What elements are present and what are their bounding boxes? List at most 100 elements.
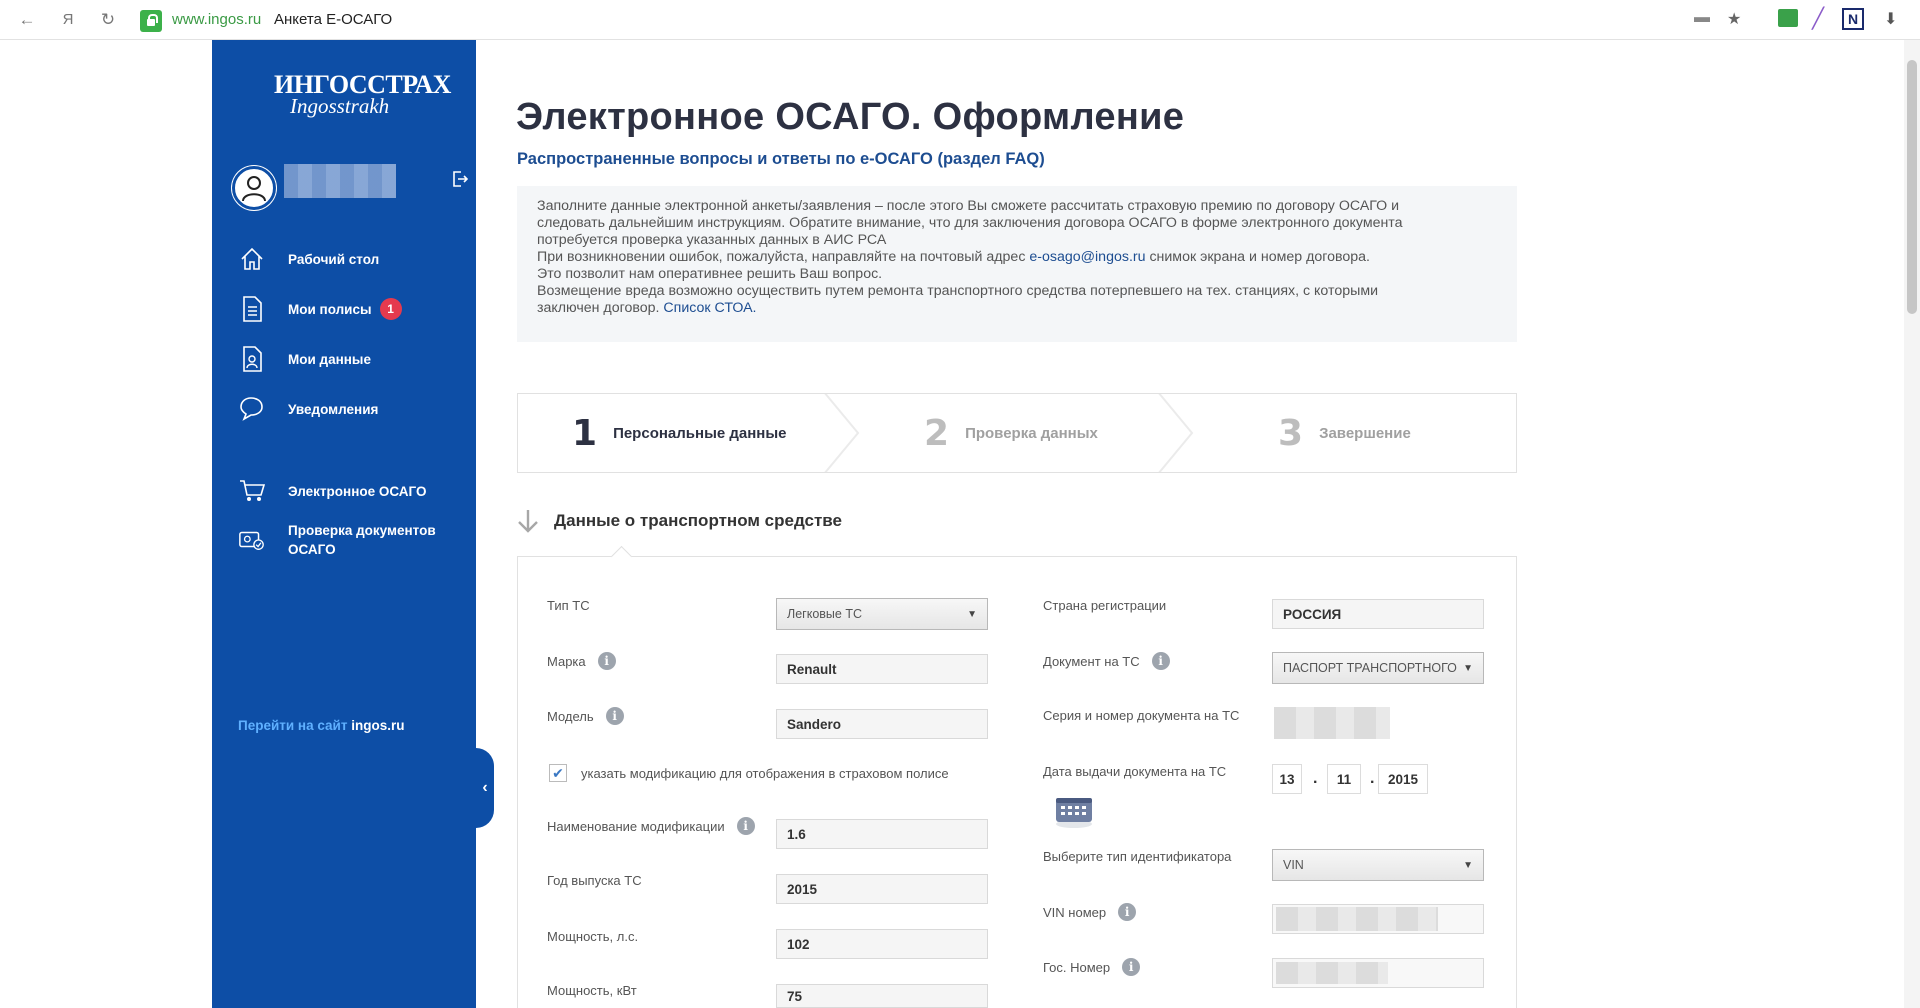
- sidebar-item-label: Мои данные: [288, 351, 371, 367]
- info-line: заключен договор. Список СТОА.: [537, 300, 1497, 317]
- chevron-left-icon: ‹: [482, 779, 488, 796]
- modification-name-input[interactable]: 1.6: [776, 819, 988, 849]
- date-day-input[interactable]: 13: [1272, 764, 1302, 794]
- document-icon: [238, 295, 266, 323]
- label-text: Гос. Номер: [1043, 959, 1111, 975]
- url-page-title[interactable]: Анкета Е-ОСАГО: [274, 11, 392, 28]
- label-modification-checkbox[interactable]: указать модификацию для отображения в ст…: [581, 766, 949, 781]
- page-title: Электронное ОСАГО. Оформление: [516, 96, 1185, 138]
- date-month-input[interactable]: 11: [1327, 764, 1361, 794]
- id-type-select[interactable]: VIN ▼: [1272, 849, 1484, 881]
- extension-icon[interactable]: [1778, 9, 1798, 27]
- logo-script: Ingosstrakh: [290, 94, 390, 118]
- section-vehicle-data[interactable]: Данные о транспортном средстве: [516, 508, 842, 534]
- sidebar-item-dashboard[interactable]: Рабочий стол: [238, 243, 379, 275]
- sidebar-item-e-osago[interactable]: Электронное ОСАГО: [238, 475, 427, 507]
- sidebar-item-my-policies[interactable]: Мои полисы 1: [238, 293, 402, 325]
- date-separator: .: [1370, 770, 1375, 787]
- logout-icon[interactable]: [452, 170, 469, 193]
- download-icon[interactable]: ⬇: [1884, 9, 1897, 29]
- sidebar-item-label: Уведомления: [288, 401, 379, 417]
- info-icon[interactable]: i: [736, 817, 755, 835]
- label-vehicle-type: Тип ТС: [547, 598, 590, 613]
- modification-checkbox[interactable]: ✔: [549, 764, 567, 782]
- collapse-sidebar-button[interactable]: ‹: [476, 748, 494, 828]
- label-id-type: Выберите тип идентификатора: [1043, 849, 1232, 864]
- step-number: 3: [1278, 412, 1304, 454]
- avatar[interactable]: [232, 166, 276, 210]
- message-icon[interactable]: ▬: [1694, 9, 1710, 27]
- url-domain[interactable]: www.ingos.ru: [172, 11, 261, 28]
- vehicle-type-select[interactable]: Легковые ТС ▼: [776, 598, 988, 630]
- step-label: Завершение: [1319, 424, 1411, 442]
- select-value: Легковые ТС: [787, 607, 862, 621]
- label-power-hp: Мощность, л.с.: [547, 929, 639, 944]
- label-brand: Марка i: [547, 652, 616, 670]
- faq-link[interactable]: Распространенные вопросы и ответы по е-О…: [517, 150, 1045, 169]
- page-scrollbar[interactable]: [1904, 40, 1920, 1008]
- brand-input[interactable]: Renault: [776, 654, 988, 684]
- info-line: следовать дальнейшим инструкциям. Обрати…: [537, 215, 1403, 231]
- plate-value-blurred: [1276, 962, 1388, 984]
- star-icon[interactable]: ★: [1727, 9, 1741, 29]
- arrow-down-icon: [518, 510, 538, 533]
- caret-down-icon: ▼: [967, 608, 977, 620]
- info-line: Это позволит нам оперативнее решить Ваш …: [537, 266, 883, 282]
- yandex-button[interactable]: Я: [56, 8, 80, 32]
- step-personal-data[interactable]: 1 Персональные данные: [572, 394, 787, 472]
- date-year-input[interactable]: 2015: [1378, 764, 1428, 794]
- n-extension-icon[interactable]: N: [1842, 8, 1864, 30]
- back-arrow-icon[interactable]: ←: [15, 8, 39, 32]
- model-input[interactable]: Sandero: [776, 709, 988, 739]
- step-number: 1: [572, 412, 598, 454]
- label-text: VIN номер: [1043, 904, 1107, 920]
- year-input[interactable]: 2015: [776, 874, 988, 904]
- select-value: VIN: [1283, 858, 1304, 872]
- doc-type-select[interactable]: ПАСПОРТ ТРАНСПОРТНОГО ▼: [1272, 652, 1484, 684]
- label-year: Год выпуска ТС: [547, 873, 642, 888]
- label-line-2: ОСАГО: [288, 542, 336, 557]
- sidebar-item-my-data[interactable]: Мои данные: [238, 343, 371, 375]
- sidebar-item-check-documents[interactable]: Проверка документов ОСАГО: [238, 518, 436, 562]
- info-line: потребуется проверка указанных данных в …: [537, 232, 887, 248]
- doc-number-input-blurred[interactable]: [1274, 707, 1390, 739]
- info-icon[interactable]: i: [1151, 652, 1170, 670]
- go-to-site-link[interactable]: Перейти на сайт ingos.ru: [238, 718, 404, 733]
- info-line: Возмещение вреда возможно осуществить пу…: [537, 283, 1378, 299]
- info-line: При возникновении ошибок, пожалуйста, на…: [537, 249, 1497, 266]
- label-country: Страна регистрации: [1043, 598, 1167, 613]
- info-icon[interactable]: i: [1118, 903, 1137, 921]
- sidebar-item-notifications[interactable]: Уведомления: [238, 393, 378, 425]
- step-label: Персональные данные: [613, 424, 787, 442]
- power-hp-input[interactable]: 102: [776, 929, 988, 959]
- pen-extension-icon[interactable]: ╱: [1812, 6, 1824, 31]
- country-input[interactable]: РОССИЯ: [1272, 599, 1484, 629]
- caret-down-icon: ▼: [1463, 662, 1473, 674]
- info-icon[interactable]: i: [605, 707, 624, 725]
- label-modification-name: Наименование модификации i: [547, 817, 755, 835]
- info-icon[interactable]: i: [1122, 958, 1141, 976]
- site-link-prefix: Перейти на сайт: [238, 718, 348, 733]
- calendar-icon[interactable]: [1054, 796, 1094, 828]
- info-icon[interactable]: i: [597, 652, 616, 670]
- stoa-list-link[interactable]: Список СТОА.: [663, 300, 756, 316]
- user-icon: [242, 176, 266, 202]
- step-number: 2: [924, 412, 950, 454]
- step-completion[interactable]: 3 Завершение: [1278, 394, 1411, 472]
- power-kw-input[interactable]: 75: [776, 984, 988, 1008]
- caret-down-icon: ▼: [1463, 859, 1473, 871]
- reload-icon[interactable]: ↻: [96, 8, 120, 32]
- cart-icon: [238, 477, 266, 505]
- label-power-kw: Мощность, кВт: [547, 983, 637, 998]
- section-title: Данные о транспортном средстве: [554, 511, 842, 530]
- select-value: ПАСПОРТ ТРАНСПОРТНОГО: [1283, 661, 1457, 675]
- sidebar: ИНГОССТРАХ Ingosstrakh Рабочий стол Мои …: [212, 40, 494, 1008]
- email-link[interactable]: e-osago@ingos.ru: [1029, 249, 1145, 265]
- scrollbar-thumb[interactable]: [1907, 60, 1917, 314]
- label-text: Документ на ТС: [1043, 653, 1140, 669]
- label-doc-type: Документ на ТС i: [1043, 652, 1170, 670]
- browser-toolbar: ← Я ↻ www.ingos.ru Анкета Е-ОСАГО ▬ ★ ╱ …: [0, 0, 1920, 40]
- sidebar-item-label: Проверка документов ОСАГО: [288, 521, 436, 559]
- step-check-data[interactable]: 2 Проверка данных: [924, 394, 1098, 472]
- user-name-blurred: [284, 164, 396, 198]
